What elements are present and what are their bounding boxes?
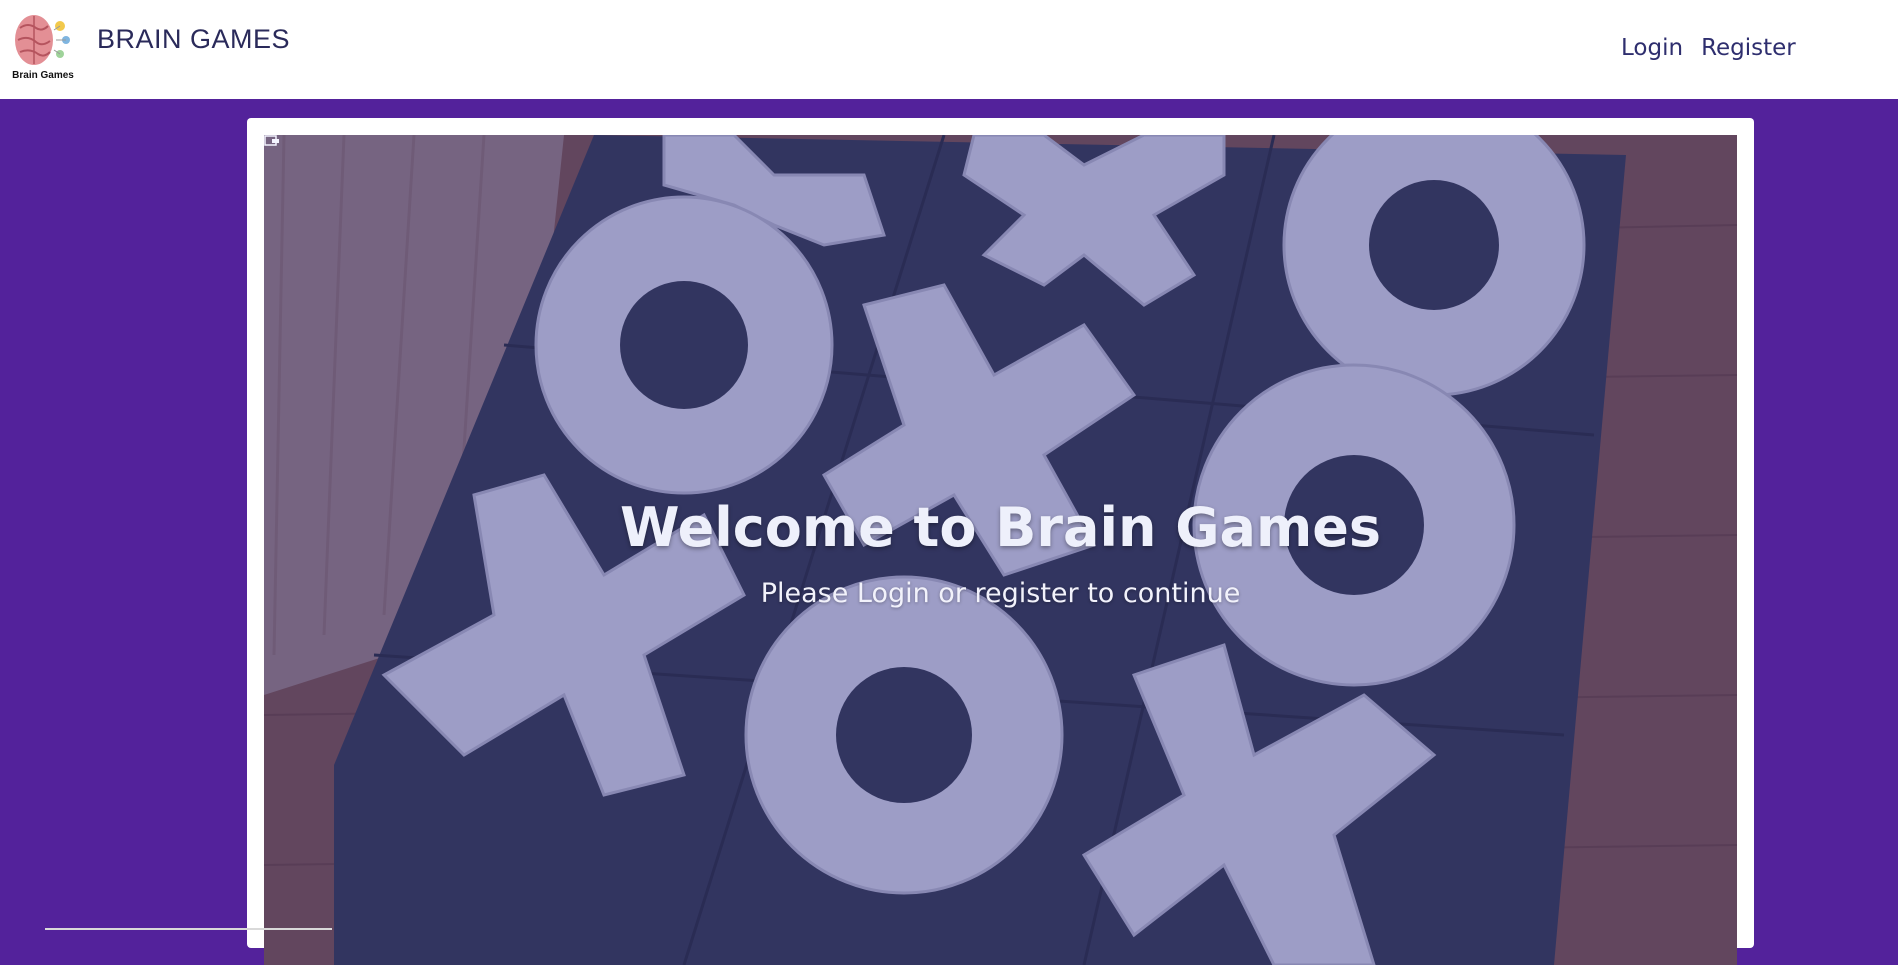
hero-subtitle: Please Login or register to continue (760, 578, 1241, 609)
cursor-icon (264, 135, 279, 146)
brand-title[interactable]: BRAIN GAMES (97, 24, 290, 55)
navbar: Brain Games BRAIN GAMES Login Register (0, 0, 1898, 99)
nav-links: Login Register (1621, 35, 1796, 61)
hero-title: Welcome to Brain Games (619, 496, 1382, 559)
logo-caption: Brain Games (12, 70, 74, 81)
hero-card: Welcome to Brain Games Please Login or r… (247, 118, 1754, 965)
hero-banner: Welcome to Brain Games Please Login or r… (264, 135, 1737, 965)
brain-logo-icon[interactable]: Brain Games (10, 10, 76, 84)
login-link[interactable]: Login (1621, 35, 1683, 61)
register-link[interactable]: Register (1701, 35, 1796, 61)
